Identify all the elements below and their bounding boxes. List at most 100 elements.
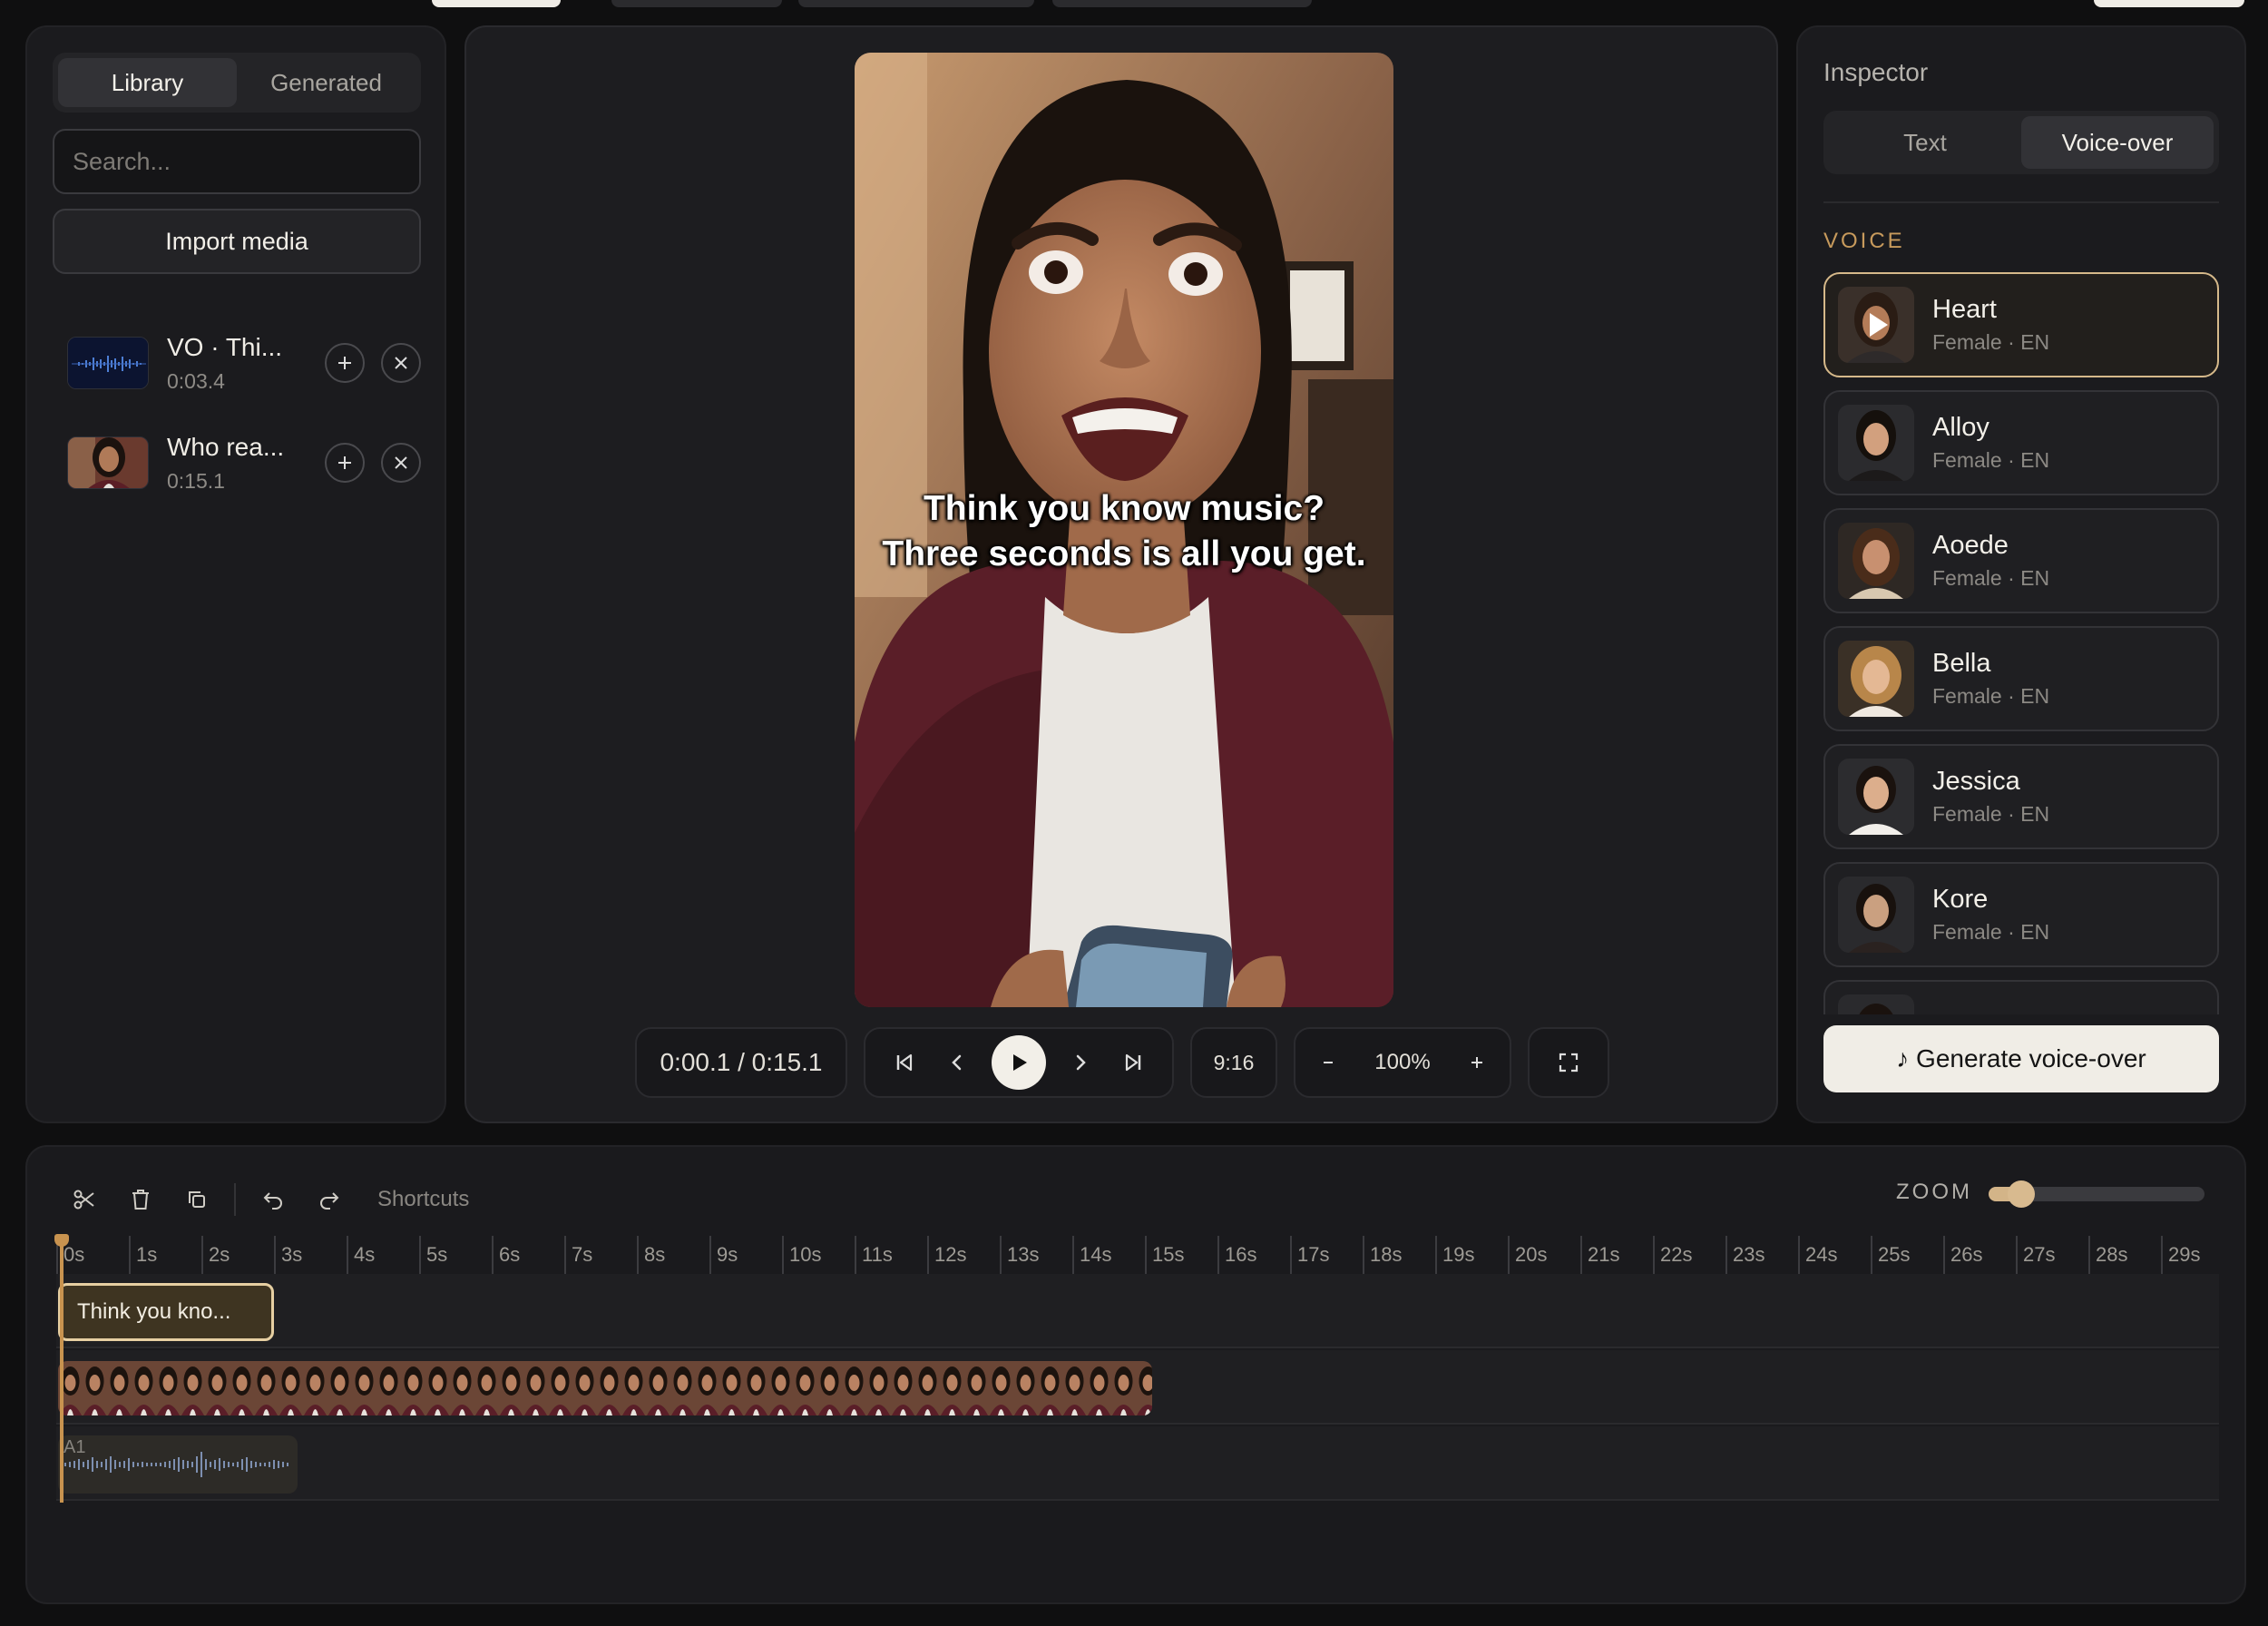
filmstrip-frame: [303, 1361, 327, 1415]
close-icon: [395, 357, 407, 369]
filmstrip-frame: [181, 1361, 205, 1415]
play-icon[interactable]: [1870, 313, 1888, 337]
fullscreen-icon: [1559, 1053, 1579, 1073]
video-caption[interactable]: Think you know music? Three seconds is a…: [873, 486, 1375, 577]
inspector-title: Inspector: [1823, 58, 1929, 86]
generate-area: ♪ Generate voice-over: [1798, 1014, 2244, 1122]
add-to-timeline-button[interactable]: [325, 443, 365, 483]
media-item[interactable]: Who rea... 0:15.1: [67, 426, 421, 499]
ruler-tick: 13s: [1000, 1236, 1039, 1274]
media-item[interactable]: VO · Thi... 0:03.4: [67, 327, 421, 399]
voice-name: Alloy: [1932, 413, 1989, 442]
avatar: [1838, 405, 1914, 481]
filmstrip-frame: [915, 1361, 940, 1415]
video-clip[interactable]: [58, 1361, 1152, 1415]
ruler-tick: 16s: [1217, 1236, 1256, 1274]
ruler-tick: 20s: [1508, 1236, 1547, 1274]
preview-zoom-control: 100%: [1294, 1027, 1511, 1098]
voice-card-kore[interactable]: Kore Female · EN: [1823, 862, 2219, 967]
trash-icon: [132, 1190, 149, 1210]
ruler-tick: 10s: [782, 1236, 821, 1274]
top-button-stub[interactable]: [798, 0, 1034, 7]
undo-icon: [263, 1192, 282, 1210]
add-to-timeline-button[interactable]: [325, 343, 365, 383]
generate-voice-over-button[interactable]: ♪ Generate voice-over: [1823, 1025, 2219, 1092]
scissors-icon: [73, 1190, 94, 1210]
ruler-tick: 4s: [347, 1236, 375, 1274]
split-button[interactable]: [64, 1179, 105, 1220]
filmstrip-frame: [670, 1361, 695, 1415]
ruler-tick: 14s: [1072, 1236, 1111, 1274]
zoom-out-button[interactable]: [1310, 1044, 1346, 1081]
filmstrip-frame: [523, 1361, 548, 1415]
avatar: [1838, 641, 1914, 717]
top-button-stub[interactable]: [2094, 0, 2244, 7]
ruler-tick: 17s: [1290, 1236, 1329, 1274]
filmstrip-frame: [768, 1361, 793, 1415]
tab-text[interactable]: Text: [1829, 116, 2021, 169]
filmstrip-frame: [327, 1361, 352, 1415]
aspect-ratio-button[interactable]: 9:16: [1190, 1027, 1277, 1098]
filmstrip-frame: [1038, 1361, 1062, 1415]
skip-to-start-button[interactable]: [886, 1044, 923, 1081]
tab-generated[interactable]: Generated: [237, 58, 415, 107]
audio-clip[interactable]: A1: [58, 1435, 298, 1494]
play-button[interactable]: [992, 1035, 1046, 1090]
filmstrip-frame: [1111, 1361, 1136, 1415]
tab-library[interactable]: Library: [58, 58, 237, 107]
zoom-level: 100%: [1374, 1050, 1431, 1074]
timeline-toolbar: Shortcuts: [64, 1172, 469, 1227]
video-canvas[interactable]: Think you know music? Three seconds is a…: [855, 53, 1393, 1007]
ruler-tick: 18s: [1363, 1236, 1402, 1274]
remove-media-button[interactable]: [381, 443, 421, 483]
voice-card-jessica[interactable]: Jessica Female · EN: [1823, 744, 2219, 849]
filmstrip-frame: [989, 1361, 1013, 1415]
minus-icon: [1323, 1062, 1333, 1063]
ruler-tick: 27s: [2016, 1236, 2055, 1274]
ruler-tick: 21s: [1580, 1236, 1619, 1274]
library-tabs: Library Generated: [53, 53, 421, 113]
filmstrip-frame: [450, 1361, 474, 1415]
tab-voice-over[interactable]: Voice-over: [2021, 116, 2214, 169]
duplicate-button[interactable]: [176, 1179, 218, 1220]
step-forward-button[interactable]: [1062, 1044, 1099, 1081]
shortcuts-link[interactable]: Shortcuts: [377, 1187, 469, 1212]
undo-button[interactable]: [252, 1179, 294, 1220]
time-ruler[interactable]: 0s 1s 2s 3s 4s 5s 6s 7s 8s 9s 10s 11s 12s 13s 14s 15s 16…: [56, 1236, 2219, 1274]
audio-waveform: [64, 1452, 288, 1477]
ruler-tick: 3s: [274, 1236, 302, 1274]
filmstrip-frame: [107, 1361, 132, 1415]
top-button-stub[interactable]: [611, 0, 782, 7]
preview-panel: Think you know music? Three seconds is a…: [464, 25, 1778, 1123]
ruler-tick: 1s: [129, 1236, 157, 1274]
fullscreen-button[interactable]: [1528, 1027, 1609, 1098]
voice-card-aoede[interactable]: Aoede Female · EN: [1823, 508, 2219, 613]
ruler-tick: 15s: [1145, 1236, 1184, 1274]
timeline-zoom-slider[interactable]: [1989, 1180, 2204, 1208]
import-media-button[interactable]: Import media: [53, 209, 421, 274]
filmstrip-frame: [376, 1361, 401, 1415]
top-button-stub[interactable]: [1052, 0, 1312, 7]
top-button-stub[interactable]: [432, 0, 561, 7]
playhead[interactable]: [60, 1236, 64, 1503]
zoom-in-button[interactable]: [1459, 1044, 1495, 1081]
remove-media-button[interactable]: [381, 343, 421, 383]
voice-meta: Female · EN: [1932, 802, 2050, 826]
step-back-button[interactable]: [939, 1044, 975, 1081]
voice-card-alloy[interactable]: Alloy Female · EN: [1823, 390, 2219, 495]
video-track: [56, 1350, 2219, 1425]
delete-button[interactable]: [120, 1179, 161, 1220]
video-filmstrip: [58, 1361, 1152, 1415]
filmstrip-frame: [230, 1361, 254, 1415]
timeline-zoom-label: ZOOM: [1896, 1180, 1972, 1204]
audio-waveform-thumbnail: [67, 337, 149, 389]
voice-card-bella[interactable]: Bella Female · EN: [1823, 626, 2219, 731]
voice-card-heart[interactable]: Heart Female · EN: [1823, 272, 2219, 377]
text-clip[interactable]: Think you kno...: [58, 1283, 274, 1341]
zoom-slider-handle[interactable]: [2007, 1180, 2035, 1208]
ruler-tick: 5s: [419, 1236, 447, 1274]
filmstrip-frame: [352, 1361, 376, 1415]
redo-button[interactable]: [308, 1179, 350, 1220]
search-input[interactable]: [53, 129, 421, 194]
skip-to-end-button[interactable]: [1115, 1044, 1151, 1081]
